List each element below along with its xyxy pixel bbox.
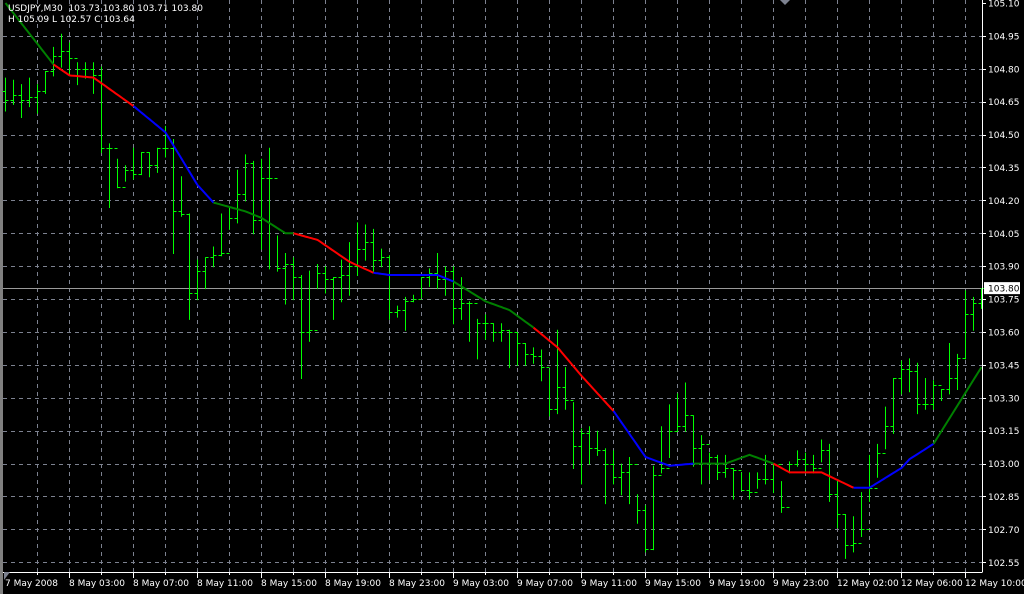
price-tick-label: 104.80 <box>988 65 1020 75</box>
time-tick-label: 12 May 02:00 <box>837 579 899 589</box>
price-tick-label: 103.75 <box>988 296 1020 306</box>
price-tick-label: 105.10 <box>988 0 1020 10</box>
price-tick-label: 103.15 <box>988 427 1020 437</box>
time-tick-label: 8 May 23:00 <box>389 579 445 589</box>
time-tick-label: 12 May 06:00 <box>901 579 963 589</box>
price-tick-label: 103.60 <box>988 328 1020 338</box>
time-tick-label: 9 May 15:00 <box>645 579 701 589</box>
price-tick-label: 102.55 <box>988 559 1020 569</box>
time-tick-label: 12 May 10:00 <box>965 579 1024 589</box>
price-tick-label: 104.35 <box>988 164 1020 174</box>
price-tick-label: 104.95 <box>988 32 1020 42</box>
price-tick-label: 104.65 <box>988 98 1020 108</box>
time-tick-label: 8 May 15:00 <box>261 579 317 589</box>
range-header: H 105.09 L 102.57 C 103.64 <box>8 15 135 25</box>
price-tick-label: 102.70 <box>988 526 1020 536</box>
time-tick-label: 9 May 19:00 <box>709 579 765 589</box>
time-tick-label: 8 May 03:00 <box>69 579 125 589</box>
window-border <box>0 0 3 594</box>
time-tick-label: 8 May 19:00 <box>325 579 381 589</box>
price-tick-label: 102.85 <box>988 493 1020 503</box>
time-tick-label: 9 May 11:00 <box>581 579 637 589</box>
price-tick-label: 103.45 <box>988 361 1020 371</box>
time-tick-label: 8 May 11:00 <box>197 579 253 589</box>
chart-background <box>0 0 1024 594</box>
price-tick-label: 104.05 <box>988 230 1020 240</box>
time-tick-label: 9 May 23:00 <box>773 579 829 589</box>
price-tick-label: 103.30 <box>988 394 1020 404</box>
time-tick-label: 8 May 07:00 <box>133 579 189 589</box>
time-tick-label: 9 May 07:00 <box>517 579 573 589</box>
time-tick-label: 7 May 2008 <box>5 579 58 589</box>
time-tick-label: 9 May 03:00 <box>453 579 509 589</box>
current-price-label: 103.80 <box>988 285 1020 295</box>
symbol-ohlc-header: USDJPY,M30 103.73 103.80 103.71 103.80 <box>8 4 203 14</box>
price-tick-label: 104.20 <box>988 197 1020 207</box>
price-chart[interactable]: 105.10 104.95 104.80 104.65 104.50 104.35 104.… <box>0 0 1024 594</box>
price-tick-label: 103.90 <box>988 263 1020 273</box>
price-tick-label: 104.50 <box>988 131 1020 141</box>
price-tick-label: 103.00 <box>988 460 1020 470</box>
